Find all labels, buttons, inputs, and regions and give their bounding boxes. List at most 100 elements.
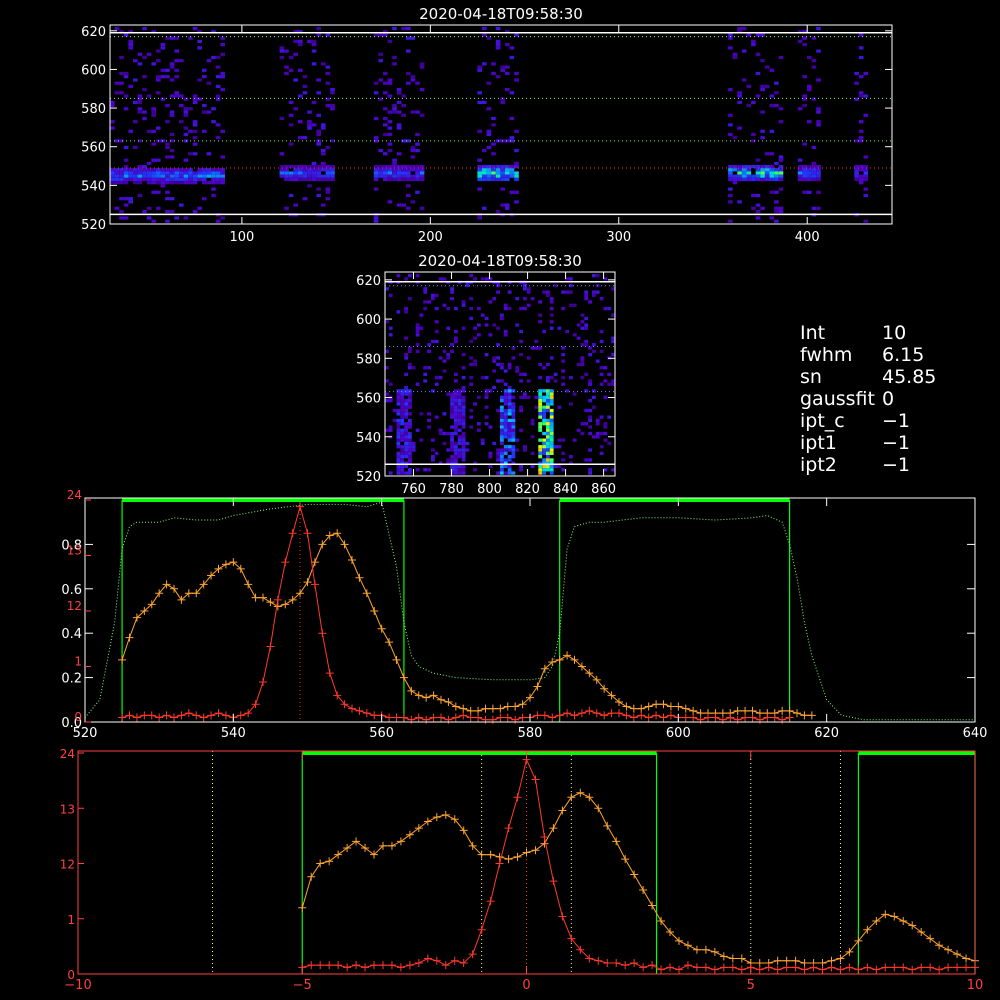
heatmap-pixel bbox=[383, 91, 388, 95]
heatmap-pixel bbox=[500, 428, 504, 432]
heatmap-pixel bbox=[211, 177, 216, 182]
heatmap-pixel bbox=[442, 303, 447, 307]
heatmap-pixel bbox=[495, 43, 501, 47]
heatmap-pixel bbox=[500, 438, 504, 442]
y-tick-label-red: 13 bbox=[60, 802, 75, 816]
heatmap-pixel bbox=[408, 366, 412, 370]
heatmap-pixel bbox=[404, 445, 408, 449]
heatmap-pixel bbox=[592, 395, 596, 399]
heatmap-pixel bbox=[400, 458, 405, 462]
heatmap-pixel bbox=[607, 372, 612, 376]
heatmap-pixel bbox=[211, 168, 216, 172]
data-point-red bbox=[378, 961, 387, 970]
heatmap-pixel bbox=[534, 405, 539, 409]
heatmap-pixel bbox=[119, 171, 124, 175]
heatmap-pixel bbox=[553, 379, 558, 383]
heatmap-pixel bbox=[549, 297, 554, 301]
data-point-red bbox=[343, 963, 352, 972]
heatmap-pixel bbox=[427, 300, 431, 304]
heatmap-pixel bbox=[174, 59, 179, 63]
heatmap-pixel bbox=[211, 181, 216, 185]
heatmap-pixel bbox=[858, 46, 864, 50]
heatmap-pixel bbox=[477, 171, 482, 175]
data-point-red bbox=[288, 529, 297, 538]
heatmap-pixel bbox=[408, 405, 412, 409]
heatmap-pixel bbox=[755, 94, 761, 98]
heatmap-pixel bbox=[215, 177, 221, 182]
data-point-red bbox=[548, 713, 557, 722]
data-point-orange bbox=[486, 850, 495, 859]
heatmap-pixel bbox=[419, 174, 425, 178]
heatmap-pixel bbox=[174, 94, 179, 98]
heatmap-pixel bbox=[484, 316, 489, 321]
x-tick-label: 800 bbox=[477, 482, 502, 497]
heatmap-pixel bbox=[774, 171, 779, 175]
heatmap-pixel bbox=[473, 362, 477, 367]
heatmap-pixel bbox=[137, 100, 143, 104]
heatmap-pixel bbox=[588, 471, 592, 475]
heatmap-pixel bbox=[293, 107, 298, 111]
heatmap-pixel bbox=[110, 174, 115, 178]
heatmap-pixel bbox=[427, 366, 431, 370]
heatmap-pixel bbox=[515, 369, 520, 373]
heatmap-pixel bbox=[330, 177, 335, 182]
data-point-red bbox=[881, 963, 890, 972]
heatmap-pixel bbox=[546, 455, 550, 459]
heatmap-pixel bbox=[137, 174, 143, 178]
heatmap-pixel bbox=[500, 316, 504, 321]
heatmap-pixel bbox=[442, 349, 447, 353]
heatmap-pixel bbox=[279, 168, 285, 172]
heatmap-pixel bbox=[298, 168, 303, 172]
heatmap-pixel bbox=[192, 100, 198, 104]
heatmap-pixel bbox=[151, 158, 156, 162]
heatmap-pixel bbox=[500, 68, 505, 72]
heatmap-pixel bbox=[321, 177, 326, 182]
heatmap-pixel bbox=[774, 104, 779, 108]
heatmap-pixel bbox=[137, 193, 143, 198]
heatmap-pixel bbox=[454, 372, 458, 376]
heatmap-pixel bbox=[307, 177, 312, 182]
data-point-red bbox=[474, 713, 483, 722]
heatmap-pixel bbox=[410, 149, 416, 153]
heatmap-pixel bbox=[179, 174, 184, 178]
heatmap-pixel bbox=[811, 171, 817, 175]
heatmap-pixel bbox=[174, 168, 179, 172]
heatmap-pixel bbox=[607, 306, 612, 311]
heatmap-pixel bbox=[307, 184, 312, 188]
heatmap-pixel bbox=[507, 455, 512, 459]
heatmap-pixel bbox=[133, 100, 138, 104]
x-tick-label: 640 bbox=[963, 726, 988, 741]
heatmap-pixel bbox=[507, 402, 512, 406]
heatmap-pixel bbox=[110, 177, 115, 182]
heatmap-pixel bbox=[732, 52, 738, 56]
heatmap-pixel bbox=[415, 174, 420, 178]
heatmap-pixel bbox=[569, 303, 573, 307]
heatmap-pixel bbox=[450, 458, 454, 462]
heatmap-pixel bbox=[383, 132, 388, 137]
heatmap-pixel bbox=[446, 448, 451, 452]
heatmap-pixel bbox=[503, 418, 508, 423]
data-point-orange bbox=[622, 702, 631, 711]
data-point-red bbox=[423, 954, 432, 963]
heatmap-pixel bbox=[500, 464, 504, 469]
heatmap-pixel bbox=[816, 78, 821, 82]
heatmap-pixel bbox=[415, 81, 420, 85]
heatmap-pixel bbox=[580, 431, 585, 436]
heatmap-pixel bbox=[477, 174, 482, 178]
heatmap-pixel bbox=[128, 171, 133, 175]
heatmap-pixel bbox=[133, 145, 138, 149]
heatmap-pixel bbox=[160, 46, 166, 50]
heatmap-pixel bbox=[288, 55, 294, 60]
heatmap-pixel bbox=[500, 425, 504, 429]
heatmap-pixel bbox=[408, 297, 412, 301]
heatmap-pixel bbox=[526, 290, 531, 294]
heatmap-pixel bbox=[146, 174, 152, 178]
data-point-orange bbox=[549, 824, 558, 833]
x-tick-label: 600 bbox=[666, 726, 691, 741]
series-line-red bbox=[302, 758, 975, 971]
heatmap-pixel bbox=[774, 190, 779, 194]
data-point-red bbox=[621, 961, 630, 970]
heatmap-pixel bbox=[588, 346, 592, 350]
heatmap-pixel bbox=[114, 91, 120, 95]
heatmap-pixel bbox=[572, 303, 577, 307]
